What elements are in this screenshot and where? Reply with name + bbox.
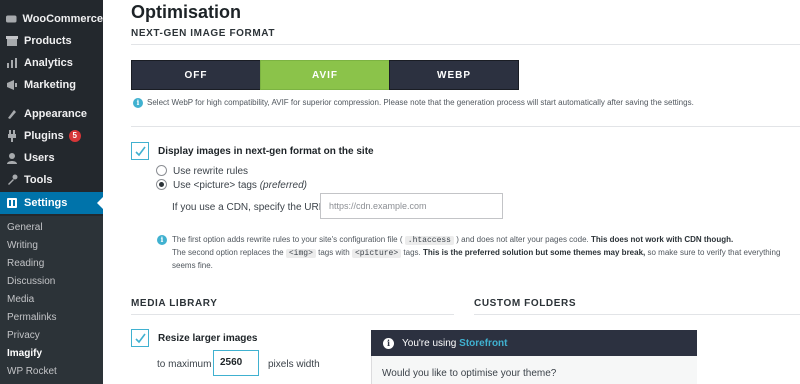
picture-tags-text: Use <picture> tags [173,180,257,191]
rewrite-rules-radio[interactable] [156,165,167,176]
preferred-text: (preferred) [259,180,307,191]
divider [131,126,800,127]
notice-prefix: You're using [402,337,457,349]
theme-question: Would you like to optimise your theme? [382,368,557,379]
cdn-label: If you use a CDN, specify the URL: [172,202,328,213]
appearance-icon [8,110,16,119]
settings-submenu: General Writing Reading Discussion Media… [0,216,103,384]
menu-analytics[interactable]: Analytics [0,52,103,74]
users-icon [7,153,17,164]
media-library-title: MEDIA LIBRARY [131,298,218,309]
products-icon [6,36,18,46]
max-width-input[interactable]: 2560 [213,350,259,376]
info-icon: i [383,337,394,349]
note-text: ) and does not alter your pages code. [456,235,589,244]
theme-question-box: Would you like to optimise your theme? [371,356,697,384]
submenu-imagify[interactable]: Imagify [7,345,42,363]
marketing-icon [7,80,17,90]
page-title: Optimisation [131,2,242,22]
submenu-writing[interactable]: Writing [7,237,38,255]
picture-code: <picture> [351,249,402,258]
theme-notice: i You're using Storefront [371,330,697,356]
submenu-wp-rocket[interactable]: WP Rocket [7,363,57,381]
cdn-url-input[interactable]: https://cdn.example.com [320,193,503,219]
menu-plugins[interactable]: Plugins 5 [0,125,103,147]
menu-tools[interactable]: Tools [0,169,103,191]
menu-label: Plugins [24,130,64,142]
checkmark-icon [135,333,146,344]
note-bold: This is the preferred solution but some … [422,248,646,257]
menu-marketing[interactable]: Marketing [0,74,103,96]
info-icon: i [157,235,167,245]
woocommerce-icon [6,15,17,23]
display-nextgen-checkbox[interactable] [131,142,149,160]
menu-label: Marketing [24,79,76,91]
format-off-button[interactable]: OFF [131,60,261,90]
divider [131,44,800,45]
custom-folders-title: CUSTOM FOLDERS [474,298,577,309]
menu-products[interactable]: Products [0,30,103,52]
menu-settings[interactable]: Settings [0,192,103,214]
divider [474,314,800,315]
menu-users[interactable]: Users [0,147,103,169]
menu-label: Products [24,35,72,47]
menu-woocommerce[interactable]: WooCommerce [0,8,103,30]
plugins-icon [8,130,16,142]
display-nextgen-label: Display images in next-gen format on the… [158,146,374,157]
menu-label: Tools [24,174,53,186]
tools-icon [8,174,18,185]
menu-label: Users [24,152,55,164]
nextgen-section-title: NEXT-GEN IMAGE FORMAT [131,28,276,39]
max-suffix: pixels width [268,359,320,370]
note-line-3: seems fine. [172,261,213,270]
info-icon: i [133,98,143,108]
submenu-reading[interactable]: Reading [7,255,44,273]
menu-label: WooCommerce [22,13,103,25]
menu-appearance[interactable]: Appearance [0,103,103,125]
note-text: The first option adds rewrite rules to y… [172,235,403,244]
format-webp-button[interactable]: WEBP [389,60,519,90]
settings-icon [7,198,17,208]
menu-label: Settings [24,197,68,209]
submenu-permalinks[interactable]: Permalinks [7,309,56,327]
plugins-update-badge: 5 [68,130,81,142]
rewrite-rules-label: Use rewrite rules [173,166,249,177]
img-code: <img> [285,249,316,258]
max-prefix: to maximum [157,359,212,370]
settings-main: Optimisation NEXT-GEN IMAGE FORMAT OFF A… [103,0,800,384]
submenu-media[interactable]: Media [7,291,34,309]
admin-sidebar: WooCommerce Products Analytics Marketing… [0,0,103,384]
note-line-1: The first option adds rewrite rules to y… [172,235,733,245]
submenu-discussion[interactable]: Discussion [7,273,55,291]
menu-label: Analytics [24,57,73,69]
note-text: The second option replaces the [172,248,284,257]
nextgen-hint: Select WebP for high compatibility, AVIF… [147,98,694,107]
resize-images-label: Resize larger images [158,333,258,344]
note-text: so make sure to verify that everything [647,248,781,257]
divider [131,314,454,315]
resize-images-checkbox[interactable] [131,329,149,347]
analytics-icon [7,58,17,68]
note-text: tags. [403,248,421,257]
theme-name: Storefront [459,337,508,349]
notice-text: You're using Storefront [402,338,508,349]
picture-tags-radio[interactable] [156,179,167,190]
note-line-2: The second option replaces the <img> tag… [172,248,780,258]
submenu-privacy[interactable]: Privacy [7,327,40,345]
htaccess-code: .htaccess [404,236,454,245]
menu-label: Appearance [24,108,87,120]
note-bold: This does not work with CDN though. [590,235,734,244]
checkmark-icon [135,146,146,157]
note-text: tags with [318,248,350,257]
picture-tags-label: Use <picture> tags (preferred) [173,180,307,191]
format-avif-button[interactable]: AVIF [260,60,390,90]
submenu-general[interactable]: General [7,219,43,237]
